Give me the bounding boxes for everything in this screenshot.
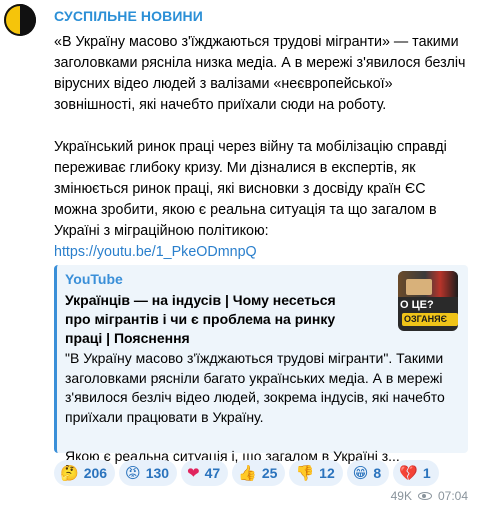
message-time: 07:04 bbox=[437, 489, 468, 503]
message-text: «В Україну масово з'їжджаються трудові м… bbox=[54, 32, 468, 263]
youtube-link[interactable]: https://youtu.be/1_PkeODmnpQ bbox=[54, 242, 468, 263]
link-preview[interactable]: YouTube Українців — на індусів | Чому не… bbox=[54, 265, 468, 464]
thinking-face-icon: 🤔 bbox=[60, 464, 79, 482]
reaction-count: 25 bbox=[261, 465, 278, 481]
preview-desc-line-1: "В Україну масово з'їжджаються трудові м… bbox=[65, 350, 445, 425]
message-paragraph-1: «В Україну масово з'їжджаються трудові м… bbox=[54, 34, 466, 113]
thumbnail-text-2: ОЗГАНЯЄ bbox=[402, 313, 458, 326]
preview-title: Українців — на індусів | Чому несеться п… bbox=[65, 292, 336, 346]
reaction-count: 1 bbox=[422, 465, 431, 481]
channel-name[interactable]: СУСПІЛЬНЕ НОВИНИ bbox=[54, 8, 203, 24]
view-count: 49K bbox=[390, 489, 412, 503]
reaction-broken-heart[interactable]: 💔 1 bbox=[393, 460, 439, 486]
reaction-count: 47 bbox=[204, 465, 221, 481]
red-heart-icon: ❤ bbox=[187, 464, 200, 482]
broken-heart-icon: 💔 bbox=[399, 464, 418, 482]
reaction-grinning[interactable]: 😁 8 bbox=[346, 460, 390, 486]
eye-icon bbox=[417, 492, 432, 500]
reaction-angry[interactable]: 😡 130 bbox=[119, 460, 178, 486]
reaction-count: 206 bbox=[83, 465, 108, 481]
reaction-thinking[interactable]: 🤔 206 bbox=[54, 460, 116, 486]
avatar-ring bbox=[4, 4, 36, 36]
thumbs-up-icon: 👍 bbox=[238, 464, 257, 482]
message-meta: 49K 07:04 bbox=[391, 489, 468, 503]
reaction-count: 12 bbox=[319, 465, 335, 481]
reaction-count: 130 bbox=[145, 465, 170, 481]
angry-face-icon: 😡 bbox=[125, 464, 141, 482]
preview-description: "В Україну масово з'їжджаються трудові м… bbox=[65, 349, 461, 466]
reactions-bar: 🤔 206 😡 130 ❤ 47 👍 25 👎 12 😁 8 💔 1 bbox=[54, 460, 439, 486]
message-bubble: СУСПІЛЬНЕ НОВИНИ «В Україну масово з'їжд… bbox=[44, 0, 480, 508]
message-paragraph-2: Український ринок праці через війну та м… bbox=[54, 139, 447, 239]
preview-thumbnail[interactable]: О ЦЕ? ОЗГАНЯЄ bbox=[398, 271, 458, 331]
reaction-count: 8 bbox=[373, 465, 382, 481]
reaction-thumbs-up[interactable]: 👍 25 bbox=[232, 460, 286, 486]
thumbnail-figure bbox=[406, 279, 432, 295]
thumbnail-text-1: О ЦЕ? bbox=[400, 299, 434, 311]
channel-avatar[interactable] bbox=[4, 4, 36, 36]
preview-site-name: YouTube bbox=[65, 271, 123, 287]
thumbs-down-icon: 👎 bbox=[295, 464, 315, 482]
reaction-thumbs-down[interactable]: 👎 12 bbox=[289, 460, 343, 486]
grinning-face-icon: 😁 bbox=[352, 464, 369, 482]
reaction-heart[interactable]: ❤ 47 bbox=[181, 460, 229, 486]
